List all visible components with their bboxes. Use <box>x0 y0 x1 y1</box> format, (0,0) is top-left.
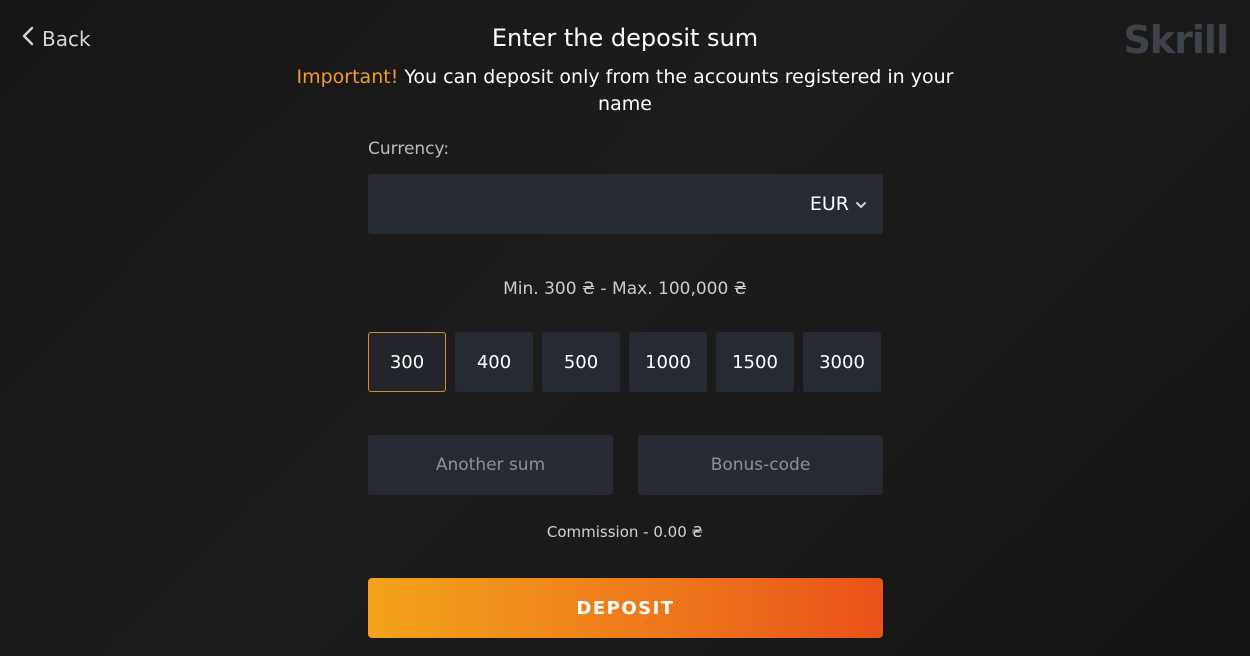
sum-fields <box>368 435 883 495</box>
amount-option-400[interactable]: 400 <box>455 332 533 392</box>
currency-label: Currency: <box>368 139 450 159</box>
page-title: Enter the deposit sum <box>491 24 759 52</box>
bonus-code-input[interactable] <box>638 435 883 495</box>
amount-option-1500[interactable]: 1500 <box>716 332 794 392</box>
amount-option-300[interactable]: 300 <box>368 332 446 392</box>
deposit-limits: Min. 300 ₴ - Max. 100,000 ₴ <box>503 279 747 299</box>
chevron-down-icon <box>855 195 867 214</box>
amount-option-500[interactable]: 500 <box>542 332 620 392</box>
deposit-page: Back Skrill Enter the deposit sum Import… <box>0 0 1250 656</box>
currency-value: EUR <box>809 193 849 215</box>
currency-select[interactable]: EUR <box>368 174 883 234</box>
commission-text: Commission - 0.00 ₴ <box>546 523 704 541</box>
notice-text: You can deposit only from the accounts r… <box>398 66 954 115</box>
another-sum-input[interactable] <box>368 435 613 495</box>
preset-amounts: 300 400 500 1000 1500 3000 <box>368 332 883 392</box>
deposit-button[interactable]: DEPOSIT <box>368 578 883 638</box>
amount-option-1000[interactable]: 1000 <box>629 332 707 392</box>
important-notice: Important! You can deposit only from the… <box>295 64 955 118</box>
important-label: Important! <box>296 66 399 88</box>
amount-option-3000[interactable]: 3000 <box>803 332 881 392</box>
